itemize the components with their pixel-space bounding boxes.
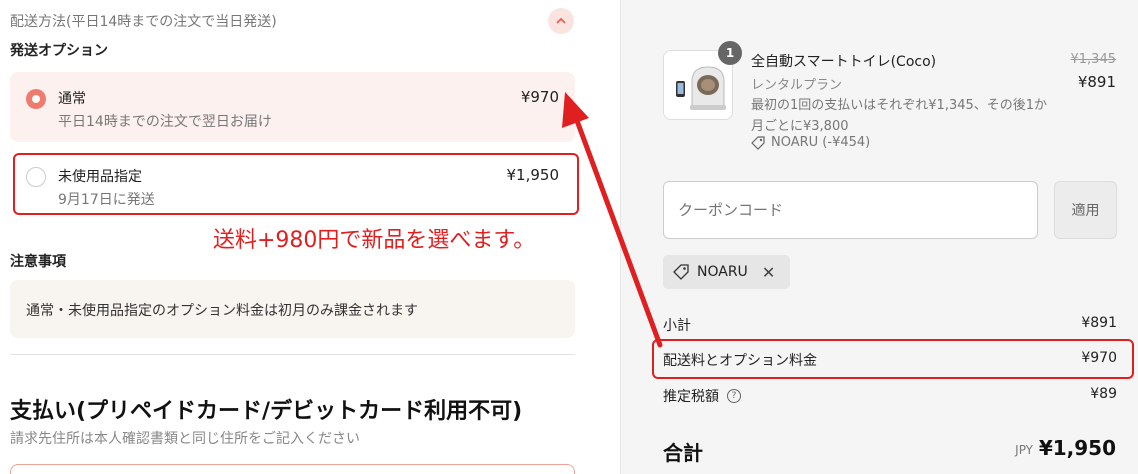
- order-summary: 1 全自動スマートトイレ(Coco) レンタルプラン 最初の1回の支払いはそれぞ…: [620, 0, 1138, 474]
- option-description: 平日14時までの注文で翌日お届け: [58, 114, 272, 130]
- tax-label: 推定税額: [663, 389, 719, 405]
- discounted-price: ¥891: [1077, 73, 1116, 91]
- option-name: 通常: [58, 91, 86, 107]
- shipping-options-title: 発送オプション: [10, 43, 108, 59]
- total-label: 合計: [663, 441, 703, 465]
- annotation-text: 送料+980円で新品を選べます。: [213, 228, 536, 253]
- option-price: ¥970: [520, 88, 559, 106]
- collapse-button[interactable]: [548, 8, 574, 34]
- tax-value: ¥89: [1090, 386, 1117, 402]
- applied-coupon-code: NOARU: [697, 264, 748, 280]
- subtotal-value: ¥891: [1081, 315, 1117, 331]
- product-variant: レンタルプラン: [751, 78, 843, 93]
- payment-title: 支払い(プリペイドカード/デビットカード利用不可): [10, 399, 523, 424]
- shipping-option-standard[interactable]: 通常 平日14時までの注文で翌日お届け ¥970: [10, 72, 575, 142]
- product-description: 最初の1回の支払いはそれぞれ¥1,345、その後1か月ごとに¥3,800: [751, 98, 1048, 134]
- discount-label: NOARU (-¥454): [771, 135, 871, 150]
- currency-code: JPY: [1015, 443, 1033, 457]
- subtotal-label: 小計: [663, 318, 691, 334]
- payment-field[interactable]: [10, 464, 575, 474]
- apply-button[interactable]: 適用: [1054, 181, 1117, 239]
- highlight-box: [652, 339, 1134, 379]
- shipping-method-header: 配送方法(平日14時までの注文で当日発送): [10, 14, 277, 30]
- payment-subtitle: 請求先住所は本人確認書類と同じ住所をご記入ください: [10, 431, 360, 447]
- product-discount: NOARU (-¥454): [751, 135, 870, 150]
- notice-box: 通常・未使用品指定のオプション料金は初月のみ課金されます: [10, 280, 575, 338]
- total-value: ¥1,950: [1038, 436, 1116, 460]
- product-name: 全自動スマートトイレ(Coco): [751, 54, 937, 70]
- notice-title: 注意事項: [10, 254, 66, 270]
- radio-selected[interactable]: [26, 89, 46, 109]
- divider: [10, 354, 575, 355]
- chevron-up-icon: [556, 17, 566, 24]
- remove-coupon-icon[interactable]: ✕: [762, 263, 775, 282]
- help-icon[interactable]: ?: [727, 389, 741, 403]
- notice-text: 通常・未使用品指定のオプション料金は初月のみ課金されます: [26, 303, 418, 319]
- highlight-box: [13, 153, 579, 215]
- checkout-form: 配送方法(平日14時までの注文で当日発送) 発送オプション 通常 平日14時まで…: [0, 0, 620, 474]
- tax-label-wrap: 推定税額 ?: [663, 386, 741, 406]
- coupon-input[interactable]: [663, 181, 1038, 239]
- tag-icon: [751, 135, 765, 150]
- tag-icon: [673, 264, 689, 280]
- original-price: ¥1,345: [1070, 52, 1117, 67]
- applied-coupon-chip: NOARU ✕: [663, 255, 790, 289]
- quantity-badge: 1: [718, 41, 742, 65]
